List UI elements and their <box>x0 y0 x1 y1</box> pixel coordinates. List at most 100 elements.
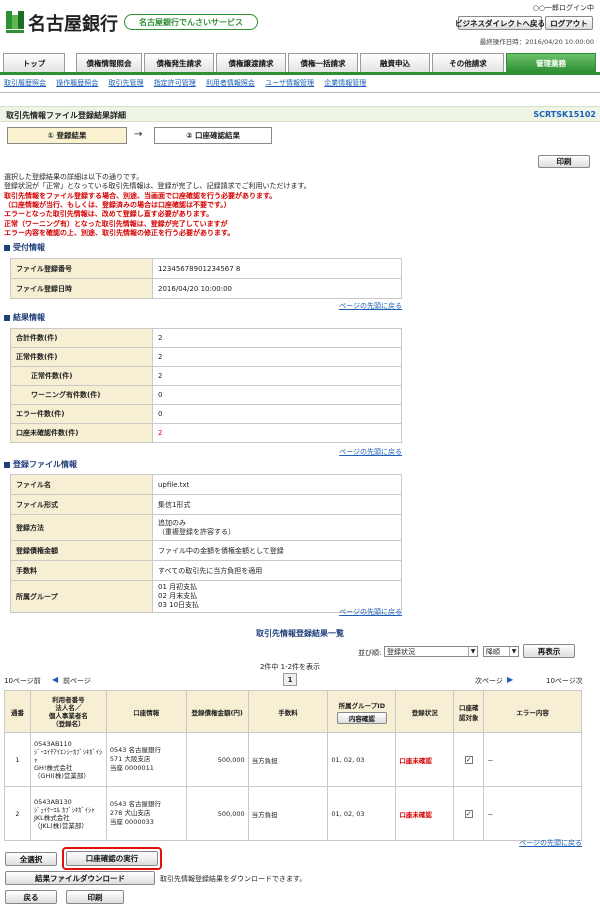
screen-id: SCRTSK15102 <box>533 110 596 119</box>
section-square-icon <box>4 314 10 321</box>
reception-table: ファイル登録番号 12345678901234567 8 ファイル登録日時 20… <box>10 258 402 299</box>
table-row: 正常件数(件) 2 <box>10 366 402 386</box>
sort-label: 並び順: <box>358 649 382 657</box>
tab-admin[interactable]: 管理業務 <box>506 53 596 72</box>
back-to-top-link-3[interactable]: ページの先頭に戻る <box>339 607 402 617</box>
group-line-1: 01 月初支払 <box>158 583 198 591</box>
next-page-icon[interactable]: ▶ <box>507 675 513 684</box>
execute-account-check-button[interactable]: 口座確認の実行 <box>66 851 158 866</box>
tab-claim-issue[interactable]: 債権発生請求 <box>144 53 214 72</box>
table-row: ファイル登録日時 2016/04/20 10:00:00 <box>10 278 402 299</box>
page-title: 取引先情報ファイル登録結果詳細 <box>6 111 126 120</box>
back-button[interactable]: 戻る <box>5 890 57 904</box>
prev-page-icon[interactable]: ◀ <box>52 675 58 684</box>
result-list-table: 通番 利用者番号 法人名／ 個人事業者名 （登録名） 口座情報 登録債権金額(円… <box>4 690 582 841</box>
next-10-pages[interactable]: 10ページ次 <box>546 676 583 686</box>
list-title: 取引先情報登録結果一覧 <box>256 629 344 638</box>
download-note: 取引先情報登録結果をダウンロードできます。 <box>160 875 307 883</box>
tab-claim-inquiry[interactable]: 債権情報照会 <box>76 53 142 72</box>
print-button-bottom[interactable]: 印刷 <box>66 890 124 904</box>
bank-name: 名古屋銀行 <box>28 14 118 35</box>
label-file-name: ファイル名 <box>10 474 153 495</box>
row-2-account: 0543 名古屋銀行 278 犬山支店 当座 0000033 <box>105 786 187 841</box>
result-count: 2件中 1-2件を表示 <box>259 663 321 671</box>
label-file-format: ファイル形式 <box>10 494 153 515</box>
warning-line-5: エラー内容を確認の上、別途、取引先情報の修正を行う必要があります。 <box>4 228 235 237</box>
warning-line-3: エラーとなった取引先情報は、改めて登録し直す必要があります。 <box>4 210 214 219</box>
row-2-confirm-cell: ✓ <box>453 786 485 841</box>
row-2-user: 0543AB130 ｼﾞｪｲｹｰｴﾙ ｶﾌﾞｼｷｶﾞｲｼｬ JKL株式会社 （J… <box>29 786 107 841</box>
step-registration-result: ① 登録結果 <box>7 127 127 144</box>
subnav-permission-management[interactable]: 指定許可管理 <box>154 79 196 87</box>
row-2-status: 口座未確認 <box>395 786 455 841</box>
row-1-confirm-cell: ✓ <box>453 732 485 787</box>
next-page[interactable]: 次ページ <box>475 676 503 686</box>
label-file-reg-time: ファイル登録日時 <box>10 278 153 299</box>
row-1-seq: 1 <box>4 732 31 787</box>
page-title-bar: 取引先情報ファイル登録結果詳細 SCRTSK15102 <box>0 106 600 122</box>
warning-line-1: 取引先情報をファイル登録する場合、別途、当画面で口座確認を行う必要があります。 <box>4 192 277 200</box>
label-reg-amount: 登録債権金額 <box>10 540 153 561</box>
label-total-count: 合計件数(件) <box>10 328 153 348</box>
back-to-top-link-1[interactable]: ページの先頭に戻る <box>339 301 402 311</box>
value-warning-count: 0 <box>152 385 402 405</box>
row-2-confirm-checkbox[interactable]: ✓ <box>464 809 473 818</box>
value-error-count: 0 <box>152 404 402 424</box>
row-1-account: 0543 名古屋銀行 571 大阪支店 当座 0000011 <box>105 732 187 787</box>
row-1-confirm-checkbox[interactable]: ✓ <box>464 755 473 764</box>
result-table: 合計件数(件) 2 正常件数(件) 2 正常件数(件) 2 ワーニング有件数(件… <box>10 328 402 443</box>
label-unconfirmed-count: 口座未確認件数(件) <box>10 423 153 443</box>
value-reg-method: 追加のみ （重複登録を許容する） <box>152 514 402 541</box>
table-row: 2 0543AB130 ｼﾞｪｲｹｰｴﾙ ｶﾌﾞｼｷｶﾞｲｼｬ JKL株式会社 … <box>4 786 582 841</box>
prev-10-pages[interactable]: 10ページ前 <box>4 676 41 686</box>
col-status: 登録状況 <box>395 690 455 733</box>
back-to-top-link-2[interactable]: ページの先頭に戻る <box>339 447 402 457</box>
back-to-top-link-4[interactable]: ページの先頭に戻る <box>519 838 582 848</box>
subnav-company-info[interactable]: 企業情報管理 <box>324 79 366 87</box>
tab-loan-application[interactable]: 融資申込 <box>360 53 430 72</box>
table-row: ファイル登録番号 12345678901234567 8 <box>10 258 402 279</box>
value-file-reg-time: 2016/04/20 10:00:00 <box>152 278 402 299</box>
content-check-button[interactable]: 内容確認 <box>336 711 387 724</box>
tab-claim-transfer[interactable]: 債権譲渡請求 <box>216 53 286 72</box>
prev-page[interactable]: 前ページ <box>63 676 91 686</box>
tab-top[interactable]: トップ <box>3 53 65 72</box>
redisplay-button[interactable]: 再表示 <box>523 644 575 658</box>
logout-button[interactable]: ログアウト <box>545 16 593 30</box>
subnav-divider <box>0 92 600 93</box>
logo-mark-icon <box>6 11 24 33</box>
select-all-button[interactable]: 全選択 <box>5 852 57 866</box>
label-file-reg-no: ファイル登録番号 <box>10 258 153 279</box>
label-reg-method: 登録方法 <box>10 514 153 541</box>
print-button-top[interactable]: 印刷 <box>538 155 590 168</box>
result-heading: 結果情報 <box>4 312 45 323</box>
row-1-error: － <box>483 732 582 787</box>
step-2-label: ② 口座確認結果 <box>186 131 240 140</box>
business-direct-button[interactable]: ビジネスダイレクトへ戻る <box>455 16 545 30</box>
reg-method-line-2: （重複登録を許容する） <box>158 527 235 536</box>
service-name-badge: 名古屋銀行でんさいサービス <box>124 14 258 30</box>
table-row: 合計件数(件) 2 <box>10 328 402 348</box>
tab-bulk-request[interactable]: 債権一括請求 <box>288 53 358 72</box>
result-file-download-button[interactable]: 結果ファイルダウンロード <box>5 871 155 885</box>
row-1-amount: 500,000 <box>185 732 249 787</box>
value-file-reg-no: 12345678901234567 8 <box>152 258 402 279</box>
subnav-operation-history[interactable]: 操作履歴照会 <box>56 79 98 87</box>
reg-method-line-1: 追加のみ <box>158 518 186 527</box>
sort-field-select[interactable]: 登録状況 ▼ <box>384 646 478 657</box>
page-number-1[interactable]: 1 <box>283 673 297 686</box>
label-error-count: エラー件数(件) <box>10 404 153 424</box>
tab-other-requests[interactable]: その他請求 <box>432 53 504 72</box>
value-total-count: 2 <box>152 328 402 348</box>
label-normal-sub-count: 正常件数(件) <box>10 366 153 386</box>
sort-order-select[interactable]: 降順 ▼ <box>483 646 519 657</box>
reception-heading: 受付情報 <box>4 242 45 253</box>
subnav-transaction-history[interactable]: 取引履歴照会 <box>4 79 46 87</box>
table-row: 正常件数(件) 2 <box>10 347 402 367</box>
file-info-table: ファイル名 upfile.txt ファイル形式 集信1形式 登録方法 追加のみ … <box>10 474 402 613</box>
subnav-partner-management[interactable]: 取引先管理 <box>108 79 143 87</box>
subnav-user-management[interactable]: ユーザ情報管理 <box>265 79 314 87</box>
label-group: 所属グループ <box>10 580 153 613</box>
table-row: 登録債権金額 ファイル中の金額を債権金額として登録 <box>10 540 402 561</box>
subnav-user-info[interactable]: 利用者情報照会 <box>206 79 255 87</box>
